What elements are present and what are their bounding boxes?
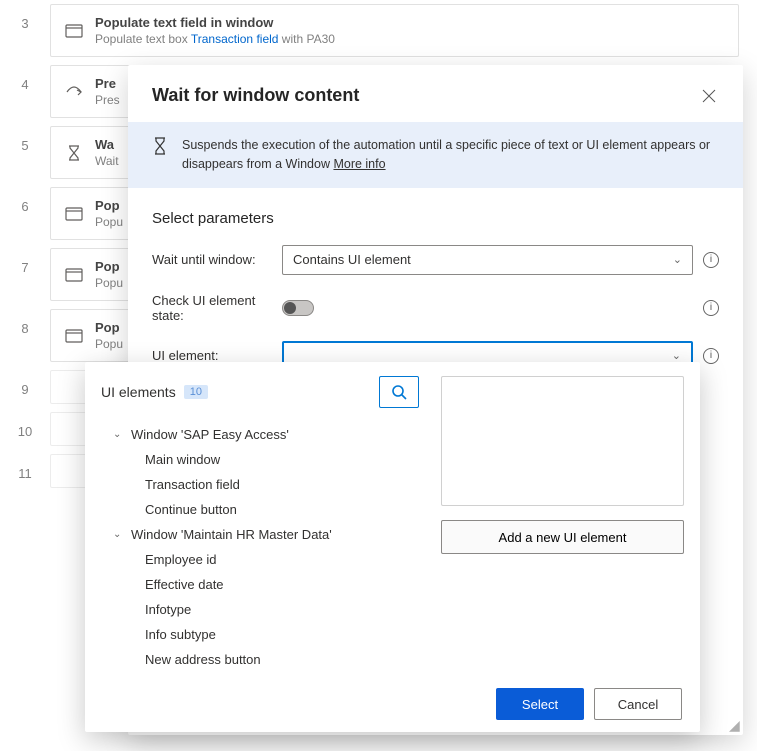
element-preview xyxy=(441,376,684,506)
step-number: 6 xyxy=(0,187,50,214)
ui-element-info-icon[interactable]: i xyxy=(703,348,719,364)
search-icon xyxy=(391,384,407,400)
chevron-down-icon: ⌄ xyxy=(672,349,681,362)
info-text: Suspends the execution of the automation… xyxy=(182,138,710,171)
check-state-toggle[interactable] xyxy=(282,300,314,316)
window-icon xyxy=(63,207,85,221)
tree-group-label: Window 'Maintain HR Master Data' xyxy=(131,527,332,542)
window-icon xyxy=(63,24,85,38)
tree-item[interactable]: Infotype xyxy=(101,597,419,622)
search-button[interactable] xyxy=(379,376,419,408)
cancel-button[interactable]: Cancel xyxy=(594,688,682,720)
flow-step: 3Populate text field in windowPopulate t… xyxy=(0,0,757,61)
step-number: 10 xyxy=(0,412,50,439)
wait-until-value: Contains UI element xyxy=(293,252,411,267)
more-info-link[interactable]: More info xyxy=(333,157,385,171)
wait-until-row: Wait until window: Contains UI element ⌄… xyxy=(152,245,719,275)
check-state-label: Check UI element state: xyxy=(152,293,282,323)
tree-item[interactable]: Main window xyxy=(101,447,419,472)
add-ui-element-button[interactable]: Add a new UI element xyxy=(441,520,684,554)
ui-element-picker: UI elements 10 ⌄ Window 'SAP Easy Access'… xyxy=(85,362,700,732)
step-number: 5 xyxy=(0,126,50,153)
chevron-down-icon: ⌄ xyxy=(113,529,125,540)
step-title: Populate text field in window xyxy=(95,15,726,30)
step-number: 7 xyxy=(0,248,50,275)
dialog-info-text: Suspends the execution of the automation… xyxy=(182,136,719,174)
wait-until-select[interactable]: Contains UI element ⌄ xyxy=(282,245,693,275)
dialog-header: Wait for window content xyxy=(128,65,743,122)
tree-item[interactable]: Continue button xyxy=(101,497,419,522)
tree-group[interactable]: ⌄ Window 'SAP Easy Access' xyxy=(101,422,419,447)
picker-left-pane: UI elements 10 ⌄ Window 'SAP Easy Access'… xyxy=(101,376,419,672)
step-number: 4 xyxy=(0,65,50,92)
step-number: 8 xyxy=(0,309,50,336)
chevron-down-icon: ⌄ xyxy=(113,429,125,440)
check-state-info-icon[interactable]: i xyxy=(703,300,719,316)
step-number: 11 xyxy=(0,454,50,481)
resize-handle[interactable]: ◢ xyxy=(729,721,741,733)
ui-element-label: UI element: xyxy=(152,348,282,363)
tree-group-label: Window 'SAP Easy Access' xyxy=(131,427,289,442)
picker-body: UI elements 10 ⌄ Window 'SAP Easy Access'… xyxy=(85,362,700,672)
dialog-info-band: Suspends the execution of the automation… xyxy=(128,122,743,188)
tree-item[interactable]: Employee id xyxy=(101,547,419,572)
select-button[interactable]: Select xyxy=(496,688,584,720)
tree-item[interactable]: Info subtype xyxy=(101,622,419,647)
step-card[interactable]: Populate text field in window Populate te… xyxy=(50,4,739,57)
step-subtitle: Populate text box Transaction field with… xyxy=(95,32,726,46)
picker-right-pane: Add a new UI element xyxy=(419,376,684,672)
chevron-down-icon: ⌄ xyxy=(673,253,682,266)
tree-item[interactable]: Transaction field xyxy=(101,472,419,497)
window-icon xyxy=(63,329,85,343)
parameters-title: Select parameters xyxy=(152,210,719,227)
tree-item[interactable]: New address button xyxy=(101,647,419,672)
tree-group[interactable]: ⌄ Window 'Maintain HR Master Data' xyxy=(101,522,419,547)
picker-footer: Select Cancel xyxy=(85,672,700,736)
wait-until-label: Wait until window: xyxy=(152,252,282,267)
step-number: 3 xyxy=(0,4,50,31)
close-button[interactable] xyxy=(699,86,719,106)
hourglass-icon xyxy=(152,137,168,161)
picker-header: UI elements 10 xyxy=(101,376,419,408)
ui-element-tree: ⌄ Window 'SAP Easy Access' Main windowTran… xyxy=(101,422,419,672)
hourglass-icon xyxy=(63,145,85,161)
window-icon xyxy=(63,268,85,282)
step-number: 9 xyxy=(0,370,50,397)
picker-title: UI elements xyxy=(101,384,176,400)
tree-item[interactable]: Effective date xyxy=(101,572,419,597)
picker-count-badge: 10 xyxy=(184,385,208,399)
wait-until-info-icon[interactable]: i xyxy=(703,252,719,268)
check-state-row: Check UI element state: i xyxy=(152,293,719,323)
cursor-icon xyxy=(63,84,85,100)
step-text: Populate text field in window Populate te… xyxy=(95,15,726,46)
dialog-title: Wait for window content xyxy=(152,85,359,106)
